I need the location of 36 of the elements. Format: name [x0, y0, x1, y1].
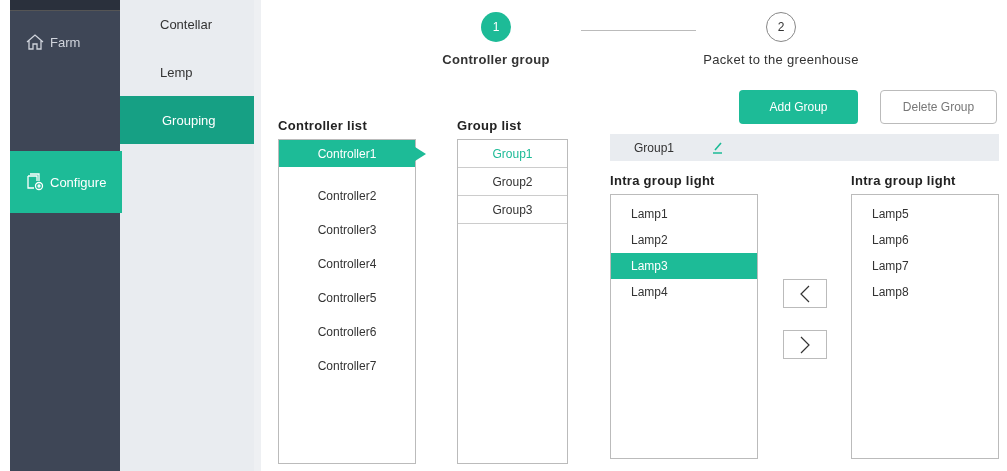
- step-number: 1: [481, 12, 511, 42]
- chevron-right-icon: [799, 335, 810, 354]
- step-label: Controller group: [442, 52, 550, 67]
- group-item[interactable]: Group2: [458, 168, 567, 196]
- controller-item[interactable]: Controller6: [279, 315, 415, 349]
- step-number: 2: [766, 12, 796, 42]
- home-icon: [26, 34, 44, 50]
- move-left-button[interactable]: [782, 279, 827, 308]
- lamp-item[interactable]: Lamp1: [611, 201, 757, 227]
- pages-gear-icon: [26, 173, 44, 191]
- controller-item[interactable]: Controller3: [279, 213, 415, 247]
- chevron-left-icon: [799, 284, 810, 303]
- list-title: Intra group light: [610, 173, 716, 190]
- delete-button[interactable]: Delete Group: [880, 90, 997, 124]
- selection-pointer: [415, 147, 426, 161]
- lamp-item[interactable]: Lamp5: [852, 201, 998, 227]
- move-right-button[interactable]: [782, 330, 827, 359]
- lamp-item[interactable]: Lamp6: [852, 227, 998, 253]
- step-label: Packet to the greenhouse: [703, 52, 859, 67]
- lamp-item[interactable]: Lamp4: [611, 279, 757, 305]
- group-name: Group1: [634, 140, 675, 155]
- controller-item[interactable]: Controller4: [279, 247, 415, 281]
- sub-nav-item[interactable]: Contellar: [120, 0, 254, 48]
- controller-item[interactable]: Controller5: [279, 281, 415, 315]
- edit-icon[interactable]: [712, 141, 725, 154]
- nav-item[interactable]: Farm: [10, 11, 120, 73]
- controller-item[interactable]: Controller7: [279, 349, 415, 383]
- list-title: Intra group light: [851, 173, 957, 190]
- list-title: Group list: [457, 118, 523, 135]
- lamp-item[interactable]: Lamp8: [852, 279, 998, 305]
- lamp-item[interactable]: Lamp7: [852, 253, 998, 279]
- list-title: Controller list: [278, 118, 368, 135]
- sub-nav-item[interactable]: Lemp: [120, 48, 254, 96]
- group-item[interactable]: Group3: [458, 196, 567, 224]
- lamp-item[interactable]: Lamp2: [611, 227, 757, 253]
- controller-item[interactable]: Controller2: [279, 179, 415, 213]
